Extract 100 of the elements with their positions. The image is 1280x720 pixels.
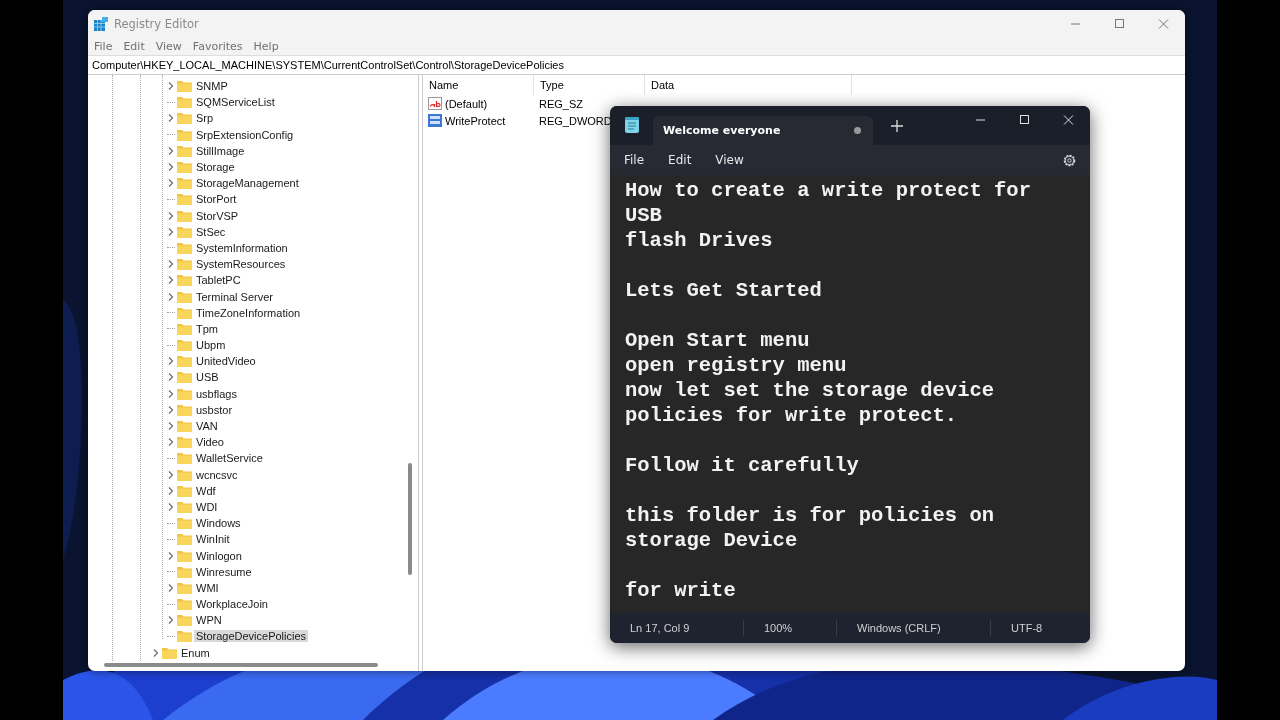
expand-chevron-icon[interactable] [166, 356, 176, 367]
tree-item[interactable]: StSec [194, 225, 228, 238]
expand-chevron-icon[interactable] [166, 582, 176, 593]
tree-item[interactable]: Enum [179, 646, 212, 659]
tree-item[interactable]: Wdf [194, 484, 218, 497]
status-item: 100% [744, 620, 837, 636]
column-header[interactable]: Name [423, 75, 534, 95]
expand-chevron-icon[interactable] [151, 647, 161, 658]
folder-icon [177, 468, 192, 481]
tree-item[interactable]: USB [194, 371, 221, 384]
expand-chevron-icon[interactable] [166, 485, 176, 496]
value-name: WriteProtect [445, 114, 506, 127]
tree-item[interactable]: usbstor [194, 403, 235, 416]
expand-chevron-icon[interactable] [166, 275, 176, 286]
folder-icon [177, 565, 192, 578]
tree-item[interactable]: TabletPC [194, 274, 243, 287]
column-header[interactable]: Data [645, 75, 852, 95]
tree-item[interactable]: Srp [194, 112, 216, 125]
folder-icon [177, 161, 192, 174]
expand-chevron-icon[interactable] [166, 469, 176, 480]
tree-item[interactable]: Winresume [194, 565, 254, 578]
menu-item[interactable]: Help [249, 39, 286, 53]
close-icon [1157, 18, 1169, 29]
expand-chevron-icon[interactable] [166, 226, 176, 237]
document-tab[interactable]: Welcome everyone [653, 116, 873, 145]
folder-icon [177, 484, 192, 497]
expand-chevron-icon[interactable] [166, 421, 176, 432]
tree-item[interactable]: Storage [194, 161, 237, 174]
tree-item[interactable]: SystemResources [194, 258, 288, 271]
menu-item[interactable]: Edit [656, 153, 704, 167]
tree-item[interactable]: Winlogon [194, 549, 244, 562]
tree-item[interactable]: Video [194, 436, 226, 449]
tree-item[interactable]: VAN [194, 420, 220, 433]
expand-chevron-icon[interactable] [166, 259, 176, 270]
folder-icon [177, 144, 192, 157]
close-icon [1062, 115, 1074, 125]
expand-chevron-icon[interactable] [166, 113, 176, 124]
tree-item[interactable]: Terminal Server [194, 290, 276, 303]
tree-item[interactable]: SNMP [194, 80, 230, 93]
tree-item[interactable]: StillImage [194, 144, 247, 157]
scrollbar-thumb[interactable] [104, 662, 378, 667]
scrollbar-thumb[interactable] [408, 463, 412, 575]
tree-item[interactable]: WorkplaceJoin [194, 598, 270, 611]
tree-item[interactable]: StorVSP [194, 209, 241, 222]
expand-chevron-icon[interactable] [166, 162, 176, 173]
menu-item[interactable]: File [90, 39, 120, 53]
expand-chevron-icon[interactable] [166, 437, 176, 448]
tree-item[interactable]: WDI [194, 500, 220, 513]
menu-item[interactable]: Favorites [188, 39, 250, 53]
menu-item[interactable]: View [151, 39, 189, 53]
folder-icon [177, 403, 192, 416]
tree-item[interactable]: SystemInformation [194, 241, 290, 254]
expand-chevron-icon[interactable] [166, 372, 176, 383]
folder-icon [177, 452, 192, 465]
tree-item[interactable]: StorageDevicePolicies [194, 630, 309, 643]
tree-item[interactable]: WalletService [194, 452, 265, 465]
expand-chevron-icon[interactable] [166, 291, 176, 302]
folder-icon [177, 614, 192, 627]
tree-item[interactable]: SQMServiceList [194, 96, 277, 109]
folder-icon [177, 355, 192, 368]
menu-item[interactable]: File [612, 153, 657, 167]
expand-chevron-icon[interactable] [166, 388, 176, 399]
tree-item[interactable]: WMI [194, 581, 221, 594]
folder-icon [177, 306, 192, 319]
expand-chevron-icon[interactable] [166, 501, 176, 512]
text-line: now let set the storage device [625, 378, 996, 403]
tree-item[interactable]: StorPort [194, 193, 239, 206]
address-bar[interactable]: Computer\HKEY_LOCAL_MACHINE\SYSTEM\CurrentControlSet\Control\StorageDevicePolicies [88, 55, 1185, 75]
tree-item[interactable]: wcncsvc [194, 468, 240, 481]
expand-chevron-icon[interactable] [166, 404, 176, 415]
menu-item[interactable]: View [703, 153, 756, 167]
tree-item[interactable]: Windows [194, 517, 243, 530]
text-line: Lets Get Started [625, 278, 823, 303]
expand-chevron-icon[interactable] [166, 81, 176, 92]
maximize-icon [1018, 115, 1030, 125]
menu-item[interactable]: Edit [119, 39, 152, 53]
tree-item[interactable]: Tpm [194, 322, 220, 335]
tree-item[interactable]: WinInit [194, 533, 232, 546]
settings-icon[interactable] [1062, 152, 1077, 168]
folder-icon [177, 598, 192, 611]
tree-item[interactable]: UnitedVideo [194, 355, 258, 368]
expand-chevron-icon[interactable] [166, 615, 176, 626]
expand-chevron-icon[interactable] [166, 178, 176, 189]
tree-item[interactable]: usbflags [194, 387, 239, 400]
expand-chevron-icon[interactable] [166, 550, 176, 561]
expand-chevron-icon[interactable] [166, 145, 176, 156]
folder-icon [177, 128, 192, 141]
value-type: REG_DWORD [538, 114, 612, 127]
tree-item[interactable]: StorageManagement [194, 177, 301, 190]
tree-item[interactable]: TimeZoneInformation [194, 306, 303, 319]
folder-icon [177, 387, 192, 400]
tree-item[interactable]: SrpExtensionConfig [194, 128, 296, 141]
text-line: flash Drives [625, 228, 774, 253]
folder-icon [177, 581, 192, 594]
tree-item[interactable]: Ubpm [194, 339, 228, 352]
column-header[interactable]: Type [534, 75, 645, 95]
text-line: USB [625, 203, 663, 228]
tree-item[interactable]: WPN [194, 614, 224, 627]
folder-icon [162, 646, 177, 659]
expand-chevron-icon[interactable] [166, 210, 176, 221]
